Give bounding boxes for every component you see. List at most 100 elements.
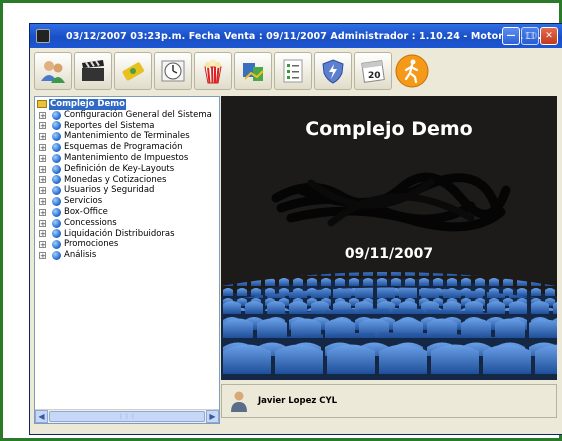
expand-icon[interactable]: + — [39, 111, 46, 119]
horizontal-scrollbar[interactable]: ◀ ⋮⋮⋮ ▶ — [35, 409, 219, 423]
tree-root[interactable]: Complejo Demo — [37, 99, 212, 110]
globe-icon — [52, 153, 61, 163]
cinema-banner: Complejo Demo 09/11/2007 — [221, 96, 557, 380]
tree-item[interactable]: + Liquidación Distribuidoras — [37, 229, 212, 240]
scroll-thumb[interactable]: ⋮⋮⋮ — [49, 411, 205, 422]
exit-button[interactable] — [394, 53, 430, 89]
globe-icon — [52, 186, 61, 196]
tree-item-label: Servicios — [64, 196, 103, 207]
minimize-button[interactable]: — — [502, 27, 520, 45]
expand-icon[interactable]: + — [39, 219, 46, 227]
calendar-button[interactable]: 20 — [354, 52, 392, 90]
banner-date: 09/11/2007 — [344, 246, 434, 262]
globe-icon — [52, 175, 61, 185]
tree-item[interactable]: + Servicios — [37, 196, 212, 207]
tree-item[interactable]: + Análisis — [37, 250, 212, 261]
redacted-scribble — [271, 172, 511, 232]
app-icon[interactable] — [36, 29, 50, 43]
exchange-button[interactable] — [234, 52, 272, 90]
expand-icon[interactable]: + — [39, 122, 46, 130]
list-icon — [283, 59, 303, 83]
banner-title: Complejo Demo — [305, 118, 473, 140]
tickets-button[interactable] — [114, 52, 152, 90]
tree-item-label: Mantenimiento de Impuestos — [64, 152, 189, 163]
tree-item[interactable]: + Concessions — [37, 218, 212, 229]
toolbar: 20 — [30, 50, 562, 92]
svg-text:20: 20 — [368, 71, 381, 81]
expand-icon[interactable]: + — [39, 144, 46, 152]
shield-icon — [322, 59, 344, 84]
current-user: Javier Lopez CYL — [258, 396, 338, 406]
globe-icon — [52, 251, 61, 261]
navigation-tree[interactable]: Complejo Demo + Configuración General del… — [34, 96, 220, 424]
tree-item[interactable]: + Esquemas de Programación — [37, 142, 212, 153]
window-title: 03/12/2007 03:23p.m. Fecha Venta : 09/11… — [66, 30, 555, 42]
tree-item-label: Definición de Key-Layouts — [64, 163, 175, 174]
expand-icon[interactable]: + — [39, 230, 46, 238]
expand-icon[interactable]: + — [39, 133, 46, 141]
tree-item[interactable]: + Mantenimiento de Impuestos — [37, 153, 212, 164]
tree-item[interactable]: + Promociones — [37, 239, 212, 250]
exit-icon — [395, 54, 429, 88]
tree-item-label: Análisis — [64, 250, 97, 261]
globe-icon — [52, 240, 61, 250]
globe-icon — [52, 197, 61, 207]
tree-item[interactable]: + Configuración General del Sistema — [37, 110, 212, 121]
status-bar: Javier Lopez CYL — [221, 384, 557, 418]
expand-icon[interactable]: + — [39, 198, 46, 206]
scroll-left-button[interactable]: ◀ — [35, 410, 48, 423]
expand-icon[interactable]: + — [39, 241, 46, 249]
globe-icon — [52, 218, 61, 228]
users-icon — [41, 61, 65, 83]
maximize-button[interactable]: □ — [521, 27, 539, 45]
users-button[interactable] — [34, 52, 72, 90]
tree-list: Complejo Demo + Configuración General del… — [37, 99, 212, 261]
tree-item-label: Promociones — [64, 239, 119, 250]
tree-item-label: Usuarios y Seguridad — [64, 185, 155, 196]
globe-icon — [52, 164, 61, 174]
security-button[interactable] — [314, 52, 352, 90]
tree-item[interactable]: + Box-Office — [37, 207, 212, 218]
concessions-button[interactable] — [194, 52, 232, 90]
clapperboard-icon — [82, 60, 104, 81]
calendar-icon: 20 — [361, 60, 385, 83]
list-button[interactable] — [274, 52, 312, 90]
close-button[interactable]: ✕ — [540, 27, 558, 45]
tree-item[interactable]: + Reportes del Sistema — [37, 121, 212, 132]
expand-icon[interactable]: + — [39, 176, 46, 184]
tree-item-label: Configuración General del Sistema — [64, 109, 212, 120]
outer-frame: 03/12/2007 03:23p.m. Fecha Venta : 09/11… — [0, 0, 562, 441]
schedule-button[interactable] — [154, 52, 192, 90]
tree-item-label: Reportes del Sistema — [64, 120, 155, 131]
scroll-right-button[interactable]: ▶ — [206, 410, 219, 423]
tree-item-label: Box-Office — [64, 206, 108, 217]
expand-icon[interactable]: + — [39, 187, 46, 195]
globe-icon — [52, 132, 61, 142]
cinema-seats-image — [221, 272, 557, 380]
tree-item-label: Esquemas de Programación — [64, 142, 183, 153]
expand-icon[interactable]: + — [39, 252, 46, 260]
tree-item-label: Mantenimiento de Terminales — [64, 131, 190, 142]
movies-button[interactable] — [74, 52, 112, 90]
globe-icon — [52, 143, 61, 153]
tree-item[interactable]: + Usuarios y Seguridad — [37, 185, 212, 196]
expand-icon[interactable]: + — [39, 154, 46, 162]
tree-item[interactable]: + Definición de Key-Layouts — [37, 164, 212, 175]
tree-item-label: Concessions — [64, 217, 117, 228]
exchange-icon — [243, 63, 264, 81]
clock-icon — [161, 60, 185, 82]
tree-item-label: Liquidación Distribuidoras — [64, 228, 175, 239]
expand-icon[interactable]: + — [39, 165, 46, 173]
folder-icon — [37, 100, 47, 109]
tree-item-label: Monedas y Cotizaciones — [64, 174, 167, 185]
tree-item[interactable]: + Monedas y Cotizaciones — [37, 175, 212, 186]
globe-icon — [52, 110, 61, 120]
globe-icon — [52, 207, 61, 217]
window-controls: — □ ✕ — [502, 27, 558, 45]
tree-item[interactable]: + Mantenimiento de Terminales — [37, 131, 212, 142]
app-window: 03/12/2007 03:23p.m. Fecha Venta : 09/11… — [29, 23, 562, 435]
popcorn-icon — [204, 59, 222, 84]
title-bar[interactable]: 03/12/2007 03:23p.m. Fecha Venta : 09/11… — [30, 24, 562, 48]
tree-root-label: Complejo Demo — [49, 99, 126, 110]
expand-icon[interactable]: + — [39, 208, 46, 216]
